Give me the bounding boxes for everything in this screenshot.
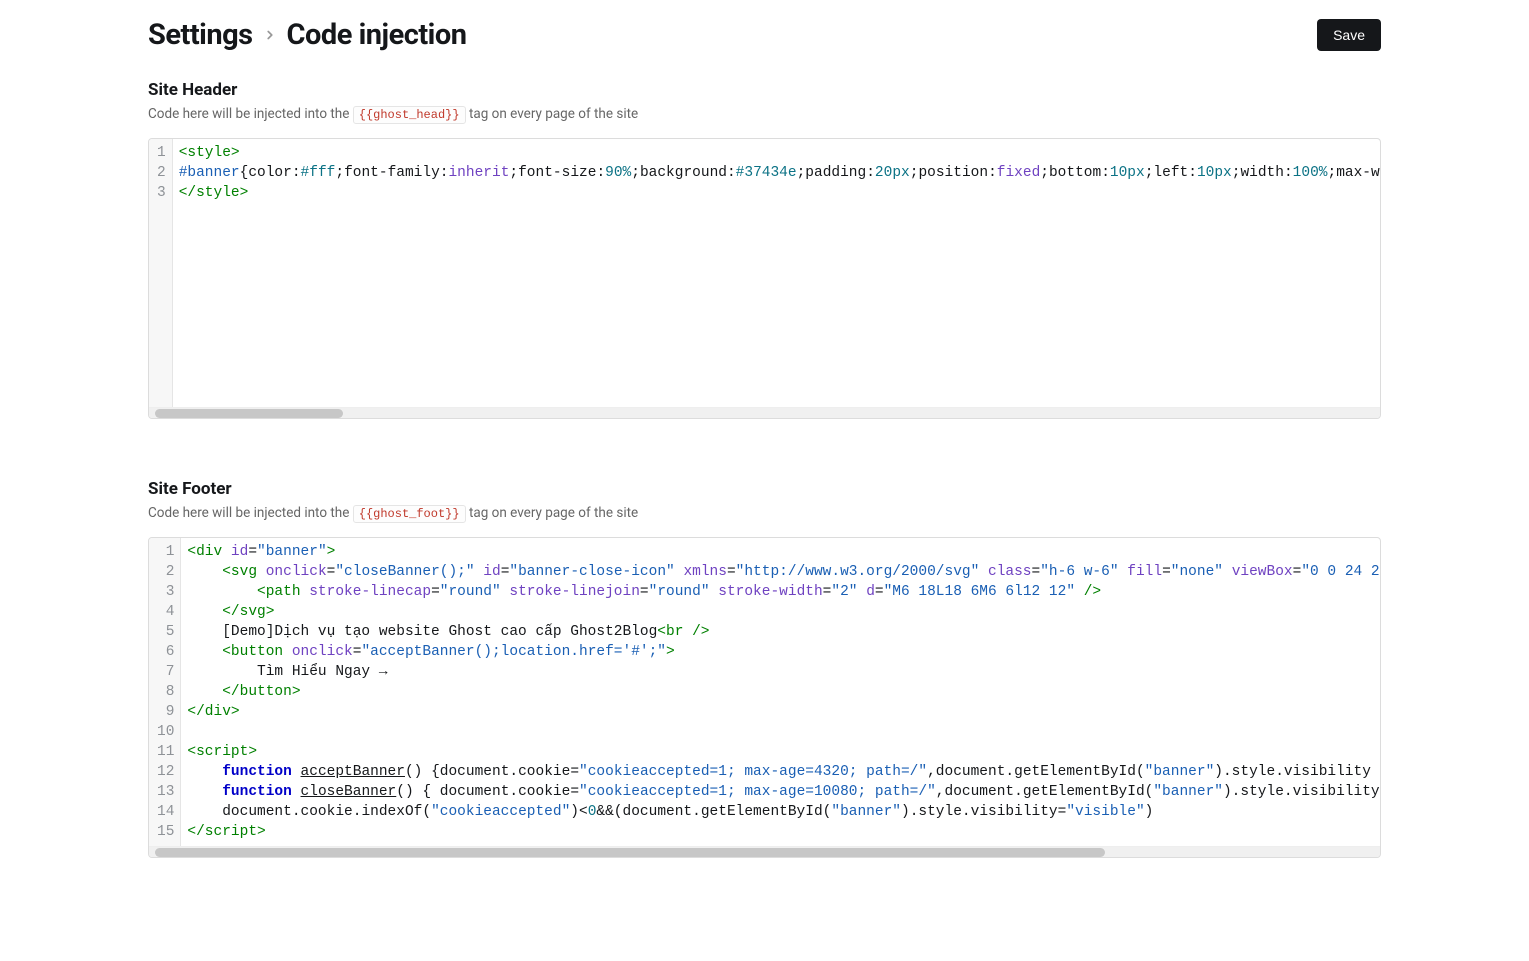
site-footer-section: Site Footer Code here will be injected i… — [148, 479, 1381, 858]
section-title-header: Site Header — [148, 80, 1381, 100]
header-code-editor[interactable]: 123 <style>#banner{color:#fff;font-famil… — [148, 138, 1381, 419]
section-desc-header: Code here will be injected into the {{gh… — [148, 106, 1381, 124]
footer-hscroll[interactable] — [149, 846, 1380, 857]
page-header: Settings Code injection Save — [148, 18, 1381, 52]
header-code-area[interactable]: <style>#banner{color:#fff;font-family:in… — [173, 139, 1380, 389]
footer-hscroll-thumb[interactable] — [155, 848, 1105, 857]
section-title-footer: Site Footer — [148, 479, 1381, 499]
header-hscroll-thumb[interactable] — [155, 409, 343, 418]
breadcrumb: Settings Code injection — [148, 18, 466, 52]
header-gutter: 123 — [149, 139, 173, 407]
breadcrumb-parent[interactable]: Settings — [148, 18, 253, 52]
ghost-foot-tag: {{ghost_foot}} — [353, 505, 466, 523]
chevron-right-icon — [263, 28, 277, 42]
ghost-head-tag: {{ghost_head}} — [353, 106, 466, 124]
header-hscroll[interactable] — [149, 407, 1380, 418]
footer-gutter: 123456789101112131415 — [149, 538, 181, 846]
site-header-section: Site Header Code here will be injected i… — [148, 80, 1381, 419]
footer-code-editor[interactable]: 123456789101112131415 <div id="banner"> … — [148, 537, 1381, 858]
section-desc-footer: Code here will be injected into the {{gh… — [148, 505, 1381, 523]
breadcrumb-current: Code injection — [287, 18, 467, 52]
save-button[interactable]: Save — [1317, 19, 1381, 51]
footer-code-area[interactable]: <div id="banner"> <svg onclick="closeBan… — [181, 538, 1380, 838]
